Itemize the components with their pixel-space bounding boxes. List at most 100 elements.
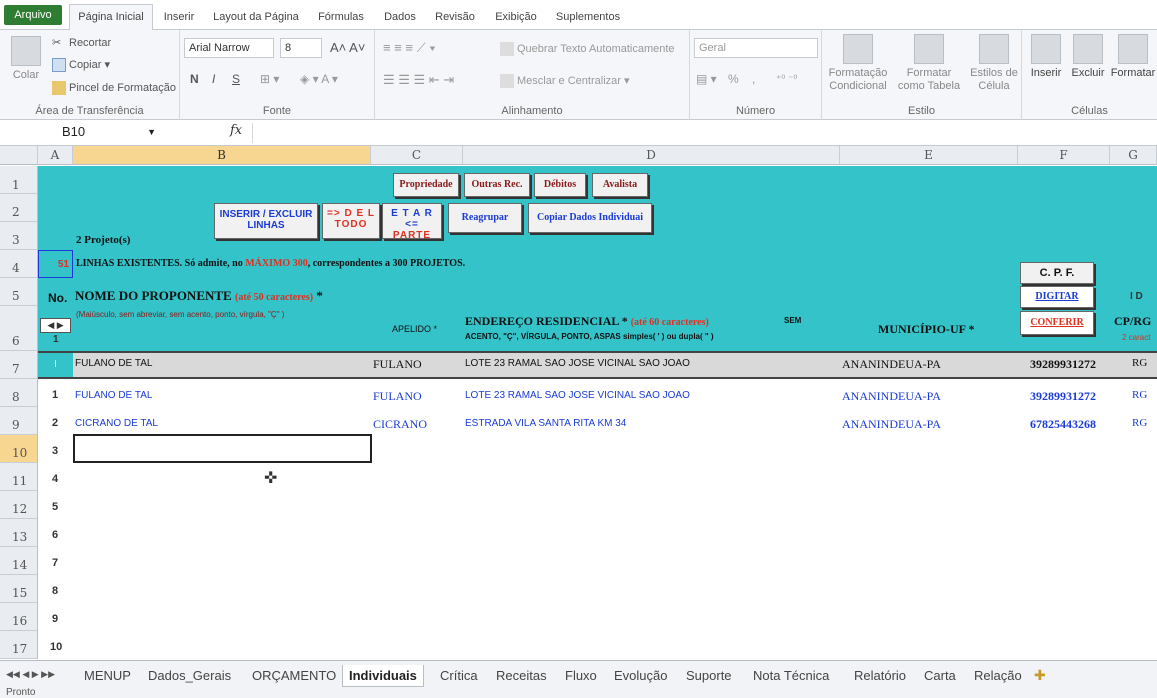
sheet-tab-relatorio[interactable]: Relatório	[848, 665, 912, 687]
record-endereco[interactable]: LOTE 23 RAMAL SAO JOSE VICINAL SAO JOAO	[465, 358, 690, 369]
copy-button[interactable]: Copiar ▾	[52, 58, 110, 73]
outras-rec-button[interactable]: Outras Rec.	[464, 173, 530, 197]
record-nome[interactable]: FULANO DE TAL	[75, 390, 152, 401]
sheet-tab-relacao[interactable]: Relação	[968, 665, 1028, 687]
tab-revisao[interactable]: Revisão	[432, 6, 478, 30]
currency-button[interactable]: ▤ ▾	[696, 72, 717, 86]
insert-cells-button[interactable]: Inserir	[1026, 34, 1066, 80]
row-header[interactable]: 15	[0, 575, 38, 603]
comma-button[interactable]: ,	[752, 72, 755, 86]
underline-button[interactable]: S	[232, 72, 240, 86]
sheet-tab-menup[interactable]: MENUP	[78, 665, 137, 687]
row-header[interactable]: 2	[0, 194, 38, 222]
avalista-button[interactable]: Avalista	[592, 173, 648, 197]
sheet-tab-orcamento[interactable]: ORÇAMENTO	[246, 665, 342, 687]
select-all-corner[interactable]	[0, 146, 38, 165]
record-nome[interactable]: FULANO DE TAL	[75, 358, 152, 369]
font-name-combo[interactable]: Arial Narrow	[184, 38, 274, 58]
record-municipio[interactable]: ANANINDEUA-PA	[842, 417, 941, 432]
inserir-excluir-button[interactable]: INSERIR / EXCLUIR LINHAS	[214, 203, 318, 239]
column-header-f[interactable]: F	[1018, 146, 1110, 165]
column-header-e[interactable]: E	[840, 146, 1018, 165]
row-header[interactable]: 4	[0, 250, 38, 278]
record-cpf[interactable]: 39289931272	[1030, 357, 1096, 372]
record-municipio[interactable]: ANANINDEUA-PA	[842, 389, 941, 404]
sheet-tab-individuais[interactable]: Individuais	[342, 665, 424, 687]
debitos-button[interactable]: Débitos	[534, 173, 586, 197]
tab-dados[interactable]: Dados	[380, 6, 420, 30]
conferir-button[interactable]: CONFERIR	[1020, 311, 1094, 335]
tab-inserir[interactable]: Inserir	[160, 6, 198, 30]
row-header[interactable]: 17	[0, 631, 38, 659]
format-table-button[interactable]: Formatar como Tabela	[894, 34, 964, 93]
record-endereco[interactable]: LOTE 23 RAMAL SAO JOSE VICINAL SAO JOAO	[465, 390, 690, 401]
column-header-d[interactable]: D	[463, 146, 840, 165]
border-button[interactable]: ⊞ ▾	[260, 72, 279, 86]
wrap-text-button[interactable]: Quebrar Texto Automaticamente	[500, 42, 675, 56]
digitar-button[interactable]: DIGITAR	[1020, 286, 1094, 308]
sheet-tab-suporte[interactable]: Suporte	[680, 665, 738, 687]
tab-suplementos[interactable]: Suplementos	[552, 6, 624, 30]
add-sheet-icon[interactable]: ✚	[1034, 667, 1046, 684]
column-header-g[interactable]: G	[1110, 146, 1157, 165]
record-cpf[interactable]: 67825443268	[1030, 417, 1096, 432]
record-tipo[interactable]: RG	[1132, 417, 1147, 429]
selected-cell-b10[interactable]	[73, 434, 372, 463]
format-painter-button[interactable]: Pincel de Formatação	[52, 81, 176, 95]
tab-pagina-inicial[interactable]: Página Inicial	[69, 4, 153, 31]
merge-center-button[interactable]: Mesclar e Centralizar ▾	[500, 74, 630, 89]
percent-button[interactable]: %	[728, 72, 739, 86]
number-format-combo[interactable]: Geral	[694, 38, 818, 58]
align-top-icon[interactable]: ≡ ≡ ≡ ⟋ ▾	[383, 40, 436, 56]
copiar-dados-button[interactable]: Copiar Dados Individuai	[528, 203, 652, 233]
sheet-tab-critica[interactable]: Crítica	[434, 665, 484, 687]
row-header[interactable]: 8	[0, 379, 38, 407]
row-header[interactable]: 3	[0, 222, 38, 250]
sheet-tab-nota-tecnica[interactable]: Nota Técnica	[747, 665, 835, 687]
fx-icon[interactable]: fx	[230, 123, 242, 138]
row-header[interactable]: 16	[0, 603, 38, 631]
deletar-todo-button[interactable]: => D E L TODO	[322, 203, 380, 239]
sheet-tab-receitas[interactable]: Receitas	[490, 665, 553, 687]
grow-font-button[interactable]: A˄ A˅	[330, 40, 365, 55]
fill-color-button[interactable]: ◈ ▾ A ▾	[300, 72, 338, 86]
font-size-combo[interactable]: 8	[280, 38, 322, 58]
italic-button[interactable]: I	[212, 72, 215, 86]
name-box[interactable]: B10 ▼	[4, 123, 160, 143]
sheet-tab-dados-gerais[interactable]: Dados_Gerais	[142, 665, 237, 687]
row-header[interactable]: 12	[0, 491, 38, 519]
bold-button[interactable]: N	[190, 72, 199, 86]
deletar-parte-button[interactable]: E T A R <= PARTE	[382, 203, 442, 241]
row-header[interactable]: 9	[0, 407, 38, 435]
column-header-a[interactable]: A	[38, 146, 73, 165]
row-header[interactable]: 5	[0, 278, 38, 306]
record-endereco[interactable]: ESTRADA VILA SANTA RITA KM 34	[465, 418, 626, 429]
row-header[interactable]: 6	[0, 306, 38, 351]
record-cpf[interactable]: 39289931272	[1030, 389, 1096, 404]
sheet-tab-fluxo[interactable]: Fluxo	[559, 665, 603, 687]
tab-arquivo[interactable]: Arquivo	[4, 5, 62, 25]
tab-layout[interactable]: Layout da Página	[210, 6, 302, 30]
row-header[interactable]: 14	[0, 547, 38, 575]
record-tipo[interactable]: RG	[1132, 357, 1147, 369]
tab-exibicao[interactable]: Exibição	[490, 6, 542, 30]
record-apelido[interactable]: CICRANO	[373, 417, 427, 432]
record-municipio[interactable]: ANANINDEUA-PA	[842, 357, 941, 372]
decimal-icon[interactable]: ⁺⁰ ⁻⁰	[776, 74, 797, 85]
column-header-b[interactable]: B	[73, 146, 371, 165]
tab-formulas[interactable]: Fórmulas	[314, 6, 368, 30]
sheet-tab-evolucao[interactable]: Evolução	[608, 665, 673, 687]
formula-input[interactable]	[252, 123, 1152, 143]
row-header[interactable]: 10	[0, 435, 38, 463]
sheet-nav-arrows-icon[interactable]: ◀◀ ◀ ▶ ▶▶	[6, 669, 55, 680]
row-header[interactable]: 13	[0, 519, 38, 547]
scroll-arrows-icon[interactable]: ◀ ▶	[40, 318, 71, 333]
sheet-tab-carta[interactable]: Carta	[918, 665, 962, 687]
cell-styles-button[interactable]: Estilos de Célula	[968, 34, 1020, 93]
format-cells-button[interactable]: Formatar	[1110, 34, 1156, 80]
delete-cells-button[interactable]: Excluir	[1068, 34, 1108, 80]
paste-button[interactable]: Colar	[8, 36, 44, 82]
align-left-icon[interactable]: ☰ ☰ ☰ ⇤ ⇥	[383, 72, 454, 88]
propriedade-button[interactable]: Propriedade	[393, 173, 459, 197]
reagrupar-button[interactable]: Reagrupar	[448, 203, 522, 233]
